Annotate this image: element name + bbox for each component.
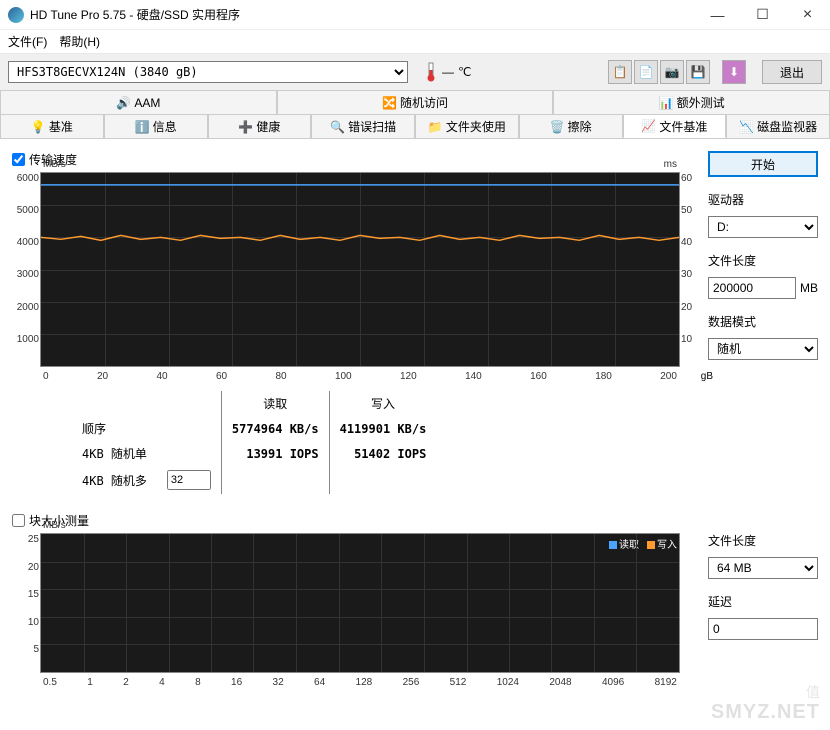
chart2-y-unit: MB/s	[43, 520, 66, 531]
tab-benchmark[interactable]: 💡基准	[0, 114, 104, 138]
delay-input[interactable]	[708, 618, 818, 640]
chart1-x-unit: gB	[701, 371, 713, 382]
transfer-speed-checkbox[interactable]	[12, 153, 25, 166]
side-panel: 开始 驱动器 D: 文件长度 MB 数据模式 随机 文件长度 64 MB 延迟	[708, 147, 818, 673]
block-size-checkbox[interactable]	[12, 514, 25, 527]
drive-label: 驱动器	[708, 191, 818, 208]
save-icon[interactable]: 💾	[686, 60, 710, 84]
watermark-text: SMYZ.NET	[711, 701, 820, 724]
temp-unit: ℃	[458, 65, 471, 79]
menu-help[interactable]: 帮助(H)	[59, 33, 100, 50]
seq-read: 5774964 KB/s	[221, 416, 329, 441]
transfer-speed-chart: MB/s ms 600050004000300020001000 6050403…	[40, 172, 680, 367]
tab-aam[interactable]: 🔊AAM	[0, 90, 277, 114]
tab-info[interactable]: ℹ️信息	[104, 114, 208, 138]
copy-screenshot-icon[interactable]: 📄	[634, 60, 658, 84]
tab-extra-tests[interactable]: 📊额外测试	[553, 90, 830, 114]
temperature-indicator: — ℃	[424, 62, 471, 82]
info-icon: ℹ️	[135, 120, 149, 134]
start-button[interactable]: 开始	[708, 151, 818, 177]
results-table: 读取写入 顺序 5774964 KB/s4119901 KB/s 4KB 随机单 1…	[72, 391, 436, 494]
copy-info-icon[interactable]: 📋	[608, 60, 632, 84]
menu-file[interactable]: 文件(F)	[8, 33, 47, 50]
watermark-icon: 值	[806, 682, 820, 702]
bulb-icon: 💡	[31, 120, 45, 134]
seq-write: 4119901 KB/s	[329, 416, 436, 441]
health-icon: ➕	[238, 120, 252, 134]
thermometer-icon	[424, 62, 438, 82]
content: 传输速度 MB/s ms 600050004000300020001000 60…	[0, 139, 830, 681]
datamode-select[interactable]: 随机	[708, 338, 818, 360]
menubar: 文件(F) 帮助(H)	[0, 30, 830, 54]
write-header: 写入	[329, 391, 436, 416]
rnd-single-read: 13991 IOPS	[221, 441, 329, 466]
close-button[interactable]: ×	[785, 0, 830, 30]
scan-icon: 🔍	[330, 120, 344, 134]
chart1-x-axis: 020406080100120140160180200	[41, 371, 679, 382]
rnd-single-write: 51402 IOPS	[329, 441, 436, 466]
tab-file-benchmark[interactable]: 📈文件基准	[623, 114, 727, 138]
rnd-multi-label: 4KB 随机多	[72, 466, 157, 494]
extra-icon: 📊	[659, 96, 673, 110]
chart1-y2-axis: 605040302010	[681, 173, 701, 366]
toolbar: HFS3T8GECVX124N (3840 gB) — ℃ 📋 📄 📷 💾 ⬇ …	[0, 54, 830, 90]
datamode-label: 数据模式	[708, 313, 818, 330]
maximize-button[interactable]: ☐	[740, 0, 785, 30]
chart1-y-axis: 600050004000300020001000	[13, 173, 39, 366]
tabs: 🔊AAM 🔀随机访问 📊额外测试 💡基准 ℹ️信息 ➕健康 🔍错误扫描 📁文件夹…	[0, 90, 830, 139]
file-bench-icon: 📈	[641, 119, 655, 133]
speaker-icon: 🔊	[116, 96, 130, 110]
chart2-grid	[41, 534, 679, 672]
tab-random-access[interactable]: 🔀随机访问	[277, 90, 554, 114]
rnd-multi-threads[interactable]	[167, 470, 211, 490]
chart1-traces	[41, 173, 679, 366]
tab-folder-usage[interactable]: 📁文件夹使用	[415, 114, 519, 138]
rnd-single-label: 4KB 随机单	[72, 441, 157, 466]
random-icon: 🔀	[382, 96, 396, 110]
tab-erase[interactable]: 🗑️擦除	[519, 114, 623, 138]
window-title: HD Tune Pro 5.75 - 硬盘/SSD 实用程序	[30, 6, 695, 23]
delay-label: 延迟	[708, 593, 818, 610]
filelen-label: 文件长度	[708, 252, 818, 269]
screenshot-icon[interactable]: 📷	[660, 60, 684, 84]
seq-label: 顺序	[72, 416, 157, 441]
chart1-y2-unit: ms	[664, 159, 677, 170]
erase-icon: 🗑️	[550, 120, 564, 134]
app-icon	[8, 7, 24, 23]
titlebar: HD Tune Pro 5.75 - 硬盘/SSD 实用程序 — ☐ ×	[0, 0, 830, 30]
filelen-input[interactable]	[708, 277, 796, 299]
read-header: 读取	[221, 391, 329, 416]
options-icon[interactable]: ⬇	[722, 60, 746, 84]
main-area: 传输速度 MB/s ms 600050004000300020001000 60…	[12, 147, 700, 673]
tab-health[interactable]: ➕健康	[208, 114, 312, 138]
drive-letter-select[interactable]: D:	[708, 216, 818, 238]
folder-icon: 📁	[428, 120, 442, 134]
monitor-icon: 📉	[739, 120, 753, 134]
filelen2-select[interactable]: 64 MB	[708, 557, 818, 579]
tab-error-scan[interactable]: 🔍错误扫描	[311, 114, 415, 138]
exit-button[interactable]: 退出	[762, 60, 822, 84]
block-size-chart: MB/s 252015105 读取 写入 0.51248163264128256…	[40, 533, 680, 673]
temp-dash: —	[442, 65, 454, 79]
chart2-y-axis: 252015105	[13, 534, 39, 672]
minimize-button[interactable]: —	[695, 0, 740, 30]
tab-disk-monitor[interactable]: 📉磁盘监视器	[726, 114, 830, 138]
chart1-y-unit: MB/s	[43, 159, 66, 170]
filelen-unit: MB	[800, 281, 818, 295]
filelen2-label: 文件长度	[708, 532, 818, 549]
chart2-x-axis: 0.512481632641282565121024204840968192	[41, 677, 679, 688]
drive-select[interactable]: HFS3T8GECVX124N (3840 gB)	[8, 61, 408, 83]
